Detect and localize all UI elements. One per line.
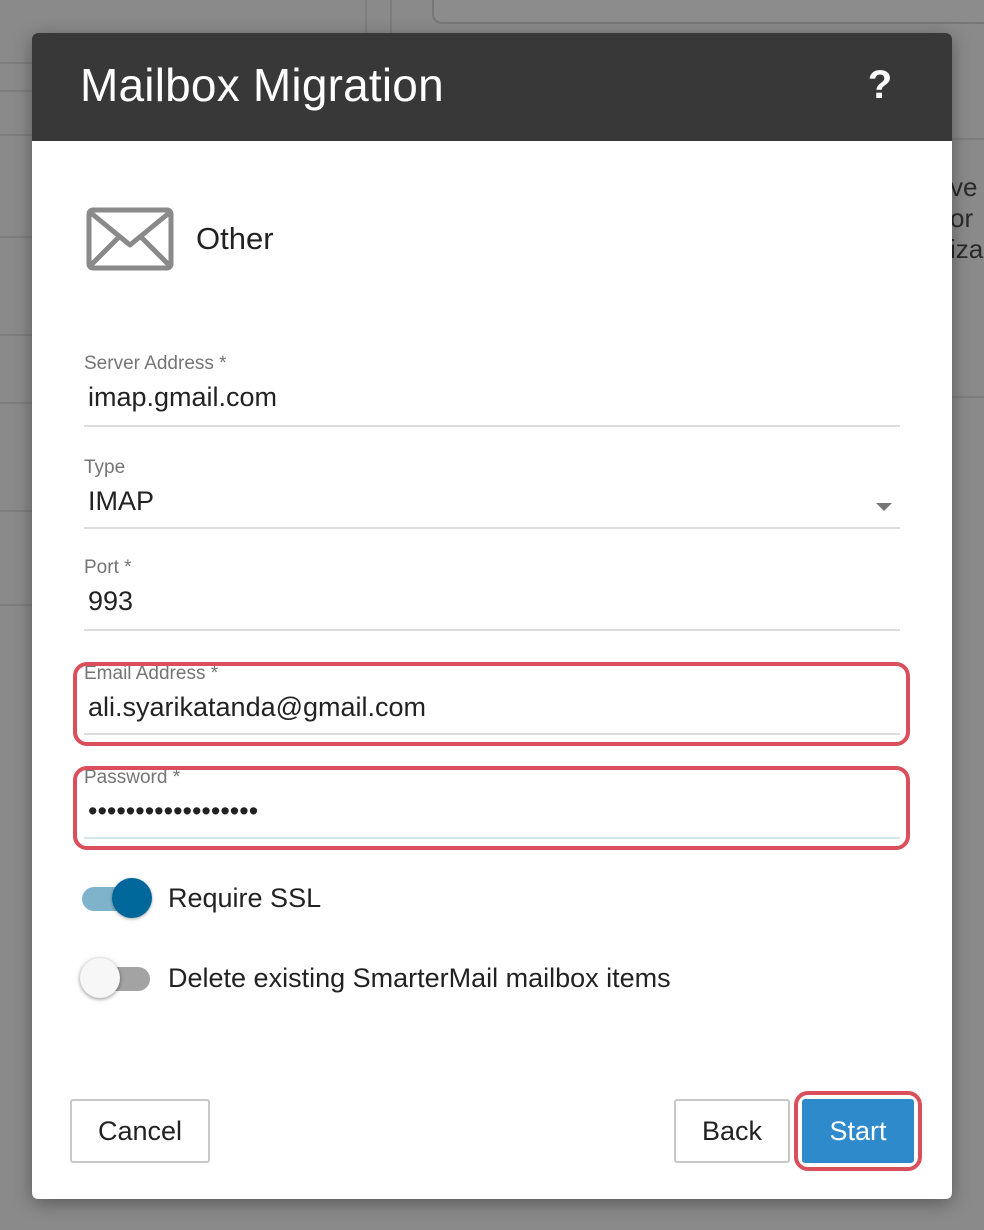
password-label: Password * <box>84 767 181 788</box>
back-button[interactable]: Back <box>674 1099 790 1163</box>
start-button[interactable]: Start <box>802 1099 914 1163</box>
port-input[interactable] <box>84 583 900 619</box>
type-field[interactable]: Type IMAP <box>84 457 900 529</box>
require-ssl-row: Require SSL <box>82 875 321 921</box>
password-field: Password * <box>84 767 900 839</box>
password-input[interactable] <box>84 793 900 829</box>
port-field: Port * <box>84 557 900 631</box>
mailbox-migration-dialog: Mailbox Migration ? Other Server Address… <box>32 33 952 1199</box>
require-ssl-label: Require SSL <box>168 882 322 913</box>
server-address-label: Server Address * <box>84 353 227 374</box>
bg-divider <box>950 138 984 140</box>
provider-label: Other <box>196 221 274 256</box>
type-select[interactable]: IMAP <box>84 483 900 519</box>
require-ssl-toggle[interactable] <box>82 875 154 921</box>
delete-existing-row: Delete existing SmarterMail mailbox item… <box>80 955 671 1001</box>
delete-existing-toggle[interactable] <box>80 955 154 1001</box>
chevron-down-icon[interactable] <box>876 503 892 511</box>
bg-text-snippet: or <box>950 203 974 233</box>
delete-existing-label: Delete existing SmarterMail mailbox item… <box>168 962 671 993</box>
type-label: Type <box>84 457 126 478</box>
email-address-input[interactable] <box>84 689 900 725</box>
email-address-label: Email Address * <box>84 663 219 684</box>
bg-divider <box>950 396 984 398</box>
field-underline <box>84 425 900 427</box>
toggle-knob[interactable] <box>80 958 120 998</box>
port-label: Port * <box>84 557 132 578</box>
envelope-icon <box>86 207 174 271</box>
dialog-title: Mailbox Migration <box>80 59 444 111</box>
server-address-input[interactable] <box>84 379 900 415</box>
field-underline <box>84 733 900 735</box>
dialog-header: Mailbox Migration ? <box>32 33 952 141</box>
server-address-field: Server Address * <box>84 353 900 427</box>
cancel-button[interactable]: Cancel <box>70 1099 210 1163</box>
bg-text-snippet: ve <box>950 172 978 202</box>
field-underline <box>84 629 900 631</box>
help-button[interactable]: ? <box>858 59 902 111</box>
field-underline <box>84 527 900 529</box>
toggle-knob[interactable] <box>112 878 152 918</box>
email-address-field: Email Address * <box>84 663 900 735</box>
provider-option: Other <box>86 207 274 271</box>
bg-text-snippet: iza <box>950 234 984 264</box>
bg-card <box>432 0 984 24</box>
field-underline <box>84 837 900 839</box>
